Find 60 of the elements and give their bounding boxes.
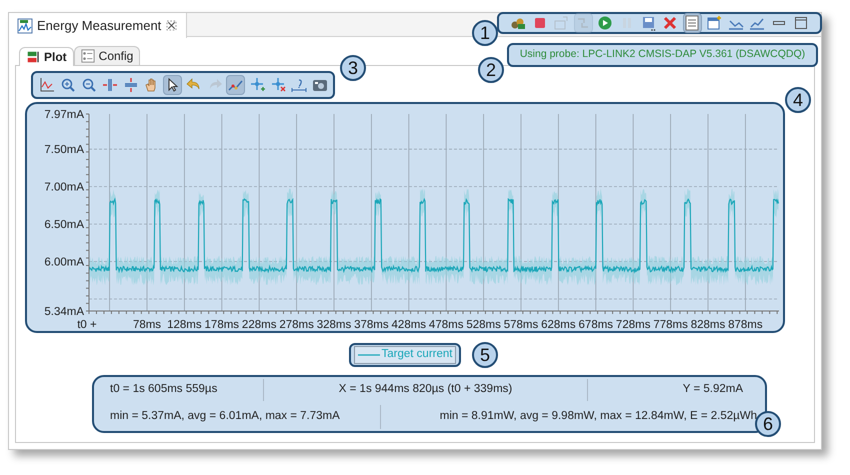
sub-tab[interactable]: Plot (19, 47, 74, 66)
sub-tab[interactable]: Config (74, 46, 140, 65)
axis-label: 178ms (204, 319, 240, 331)
remove-marker-icon (270, 77, 286, 93)
axis-label: 728ms (616, 319, 650, 331)
close-icon (165, 19, 178, 32)
axis-label: 228ms (242, 319, 276, 331)
vertical-stretch-icon (122, 77, 138, 93)
axis-label: 378ms (354, 319, 389, 331)
axis-label: 878ms (728, 319, 763, 331)
waveform-icon (17, 18, 33, 34)
list-button[interactable] (682, 13, 702, 33)
legend-label: Target current (382, 347, 452, 362)
axis-label: 328ms (316, 319, 352, 331)
minimize-icon (773, 21, 786, 25)
play-icon (597, 15, 614, 31)
axis-label: 828ms (690, 319, 726, 331)
stat-text: Y = 5.92mA (682, 382, 743, 398)
axis-label: 578ms (504, 319, 538, 331)
add-marker-icon (248, 77, 264, 93)
axis-label: 528ms (466, 319, 501, 331)
axis-label: 628ms (541, 319, 576, 331)
stat-text: min = 5.37mA, avg = 6.01mA, max = 7.73mA (110, 409, 340, 424)
axis-label: 7.00mA (44, 182, 84, 194)
window-icon (553, 15, 570, 31)
stat-text: t0 = 1s 605ms 559µs (110, 382, 218, 398)
axis-label: 778ms (653, 319, 688, 331)
axis-label: t0 + (77, 319, 97, 331)
axis-label: 78ms (132, 319, 162, 331)
axis-label: 678ms (578, 319, 614, 331)
axis-label: 478ms (428, 319, 464, 331)
axis-label: 7.97mA (44, 109, 84, 121)
axis-label: 128ms (167, 319, 202, 331)
axis-label: 7.50mA (44, 144, 84, 156)
axis-label: 278ms (279, 319, 314, 331)
bars-icon (26, 50, 40, 64)
measure-icon (290, 77, 306, 93)
line-chart-button[interactable] (226, 75, 245, 95)
axis-label: 428ms (392, 319, 426, 331)
axis-label: 6.50mA (44, 219, 84, 232)
settings-list-icon (80, 49, 95, 63)
view-tab[interactable]: Energy Measurement (9, 13, 188, 38)
axis-label: 5.34mA (44, 306, 84, 318)
probe-status: Using probe: LPC-LINK2 CMSIS-DAP V5.361 (DSAWCQDQ) (507, 43, 818, 67)
camera-icon (312, 77, 328, 93)
tab-title: Energy Measurement (37, 16, 162, 35)
stat-text: X = 1s 944ms 820µs (t0 + 339ms) (338, 382, 512, 398)
pointer-button[interactable] (163, 75, 182, 95)
axis-label: 6.00mA (44, 256, 84, 269)
stat-text: min = 8.91mW, avg = 9.98mW, max = 12.84mW, E = 2.52µWh (440, 409, 757, 424)
legend-line-icon (358, 352, 380, 358)
axis-icon (38, 77, 54, 93)
zoom-in-icon (60, 77, 76, 93)
save-icon (640, 15, 657, 31)
maximize-icon (793, 15, 810, 31)
horizontal-stretch-icon (102, 77, 118, 93)
zoom-out-icon (80, 77, 96, 93)
new-window-icon (706, 15, 722, 31)
delete-icon (662, 15, 678, 31)
list-icon (684, 15, 700, 31)
